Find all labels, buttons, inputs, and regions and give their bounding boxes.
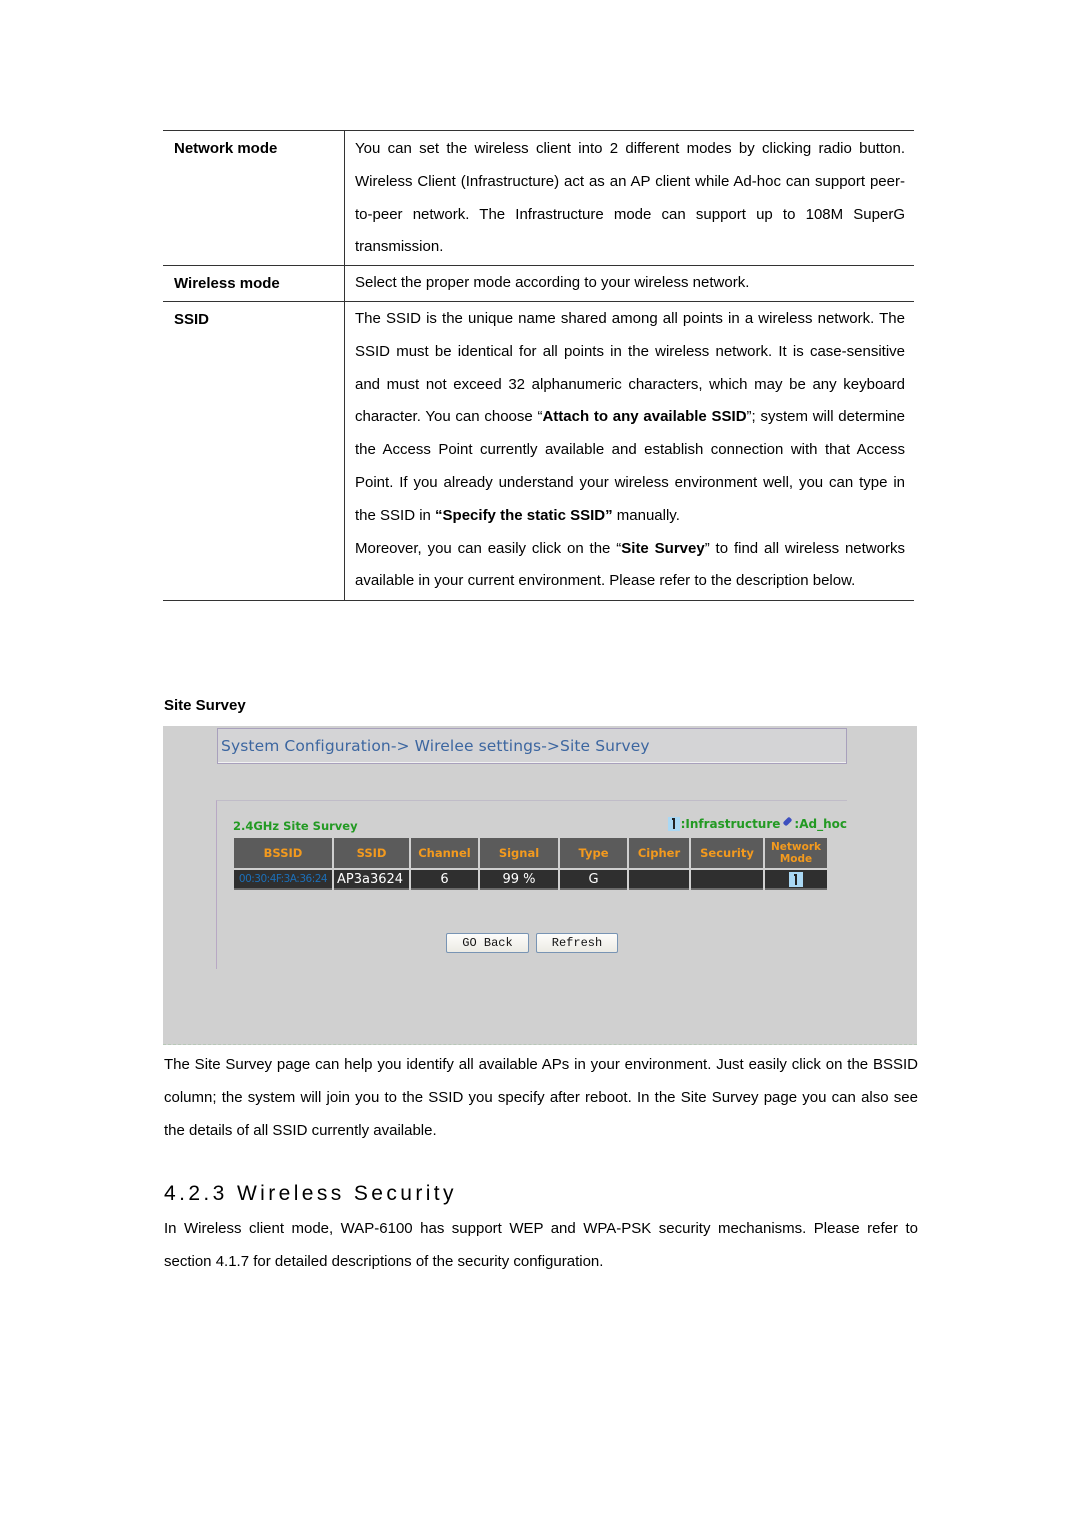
security-cell [691, 870, 763, 890]
adhoc-icon [781, 817, 793, 831]
definition-paragraph: The SSID is the unique name shared among… [355, 303, 905, 533]
column-header-cipher: Cipher [629, 838, 689, 870]
text-run: Moreover, you can easily click on the “ [355, 539, 622, 557]
column-header-signal: Signal [480, 838, 558, 870]
network-mode-cell [765, 870, 827, 890]
definition-paragraph: You can set the wireless client into 2 d… [355, 133, 905, 264]
definition-table: Network mode You can set the wireless cl… [163, 130, 914, 602]
security-paragraph: In Wireless client mode, WAP-6100 has su… [164, 1220, 918, 1270]
emphasized-text: “Specify the static SSID” [435, 506, 613, 524]
table-header-row: BSSID SSID Channel Signal Type Cipher Se… [234, 838, 827, 870]
infrastructure-icon [667, 817, 680, 831]
site-survey-screenshot: System Configuration-> Wirelee settings-… [163, 726, 917, 1045]
text-run: You can set the wireless client into 2 d… [355, 140, 905, 256]
table-row: 00:30:4F:3A:36:24 AP3a3624 6 99 % G [234, 870, 827, 890]
legend-adhoc-label: :Ad_hoc [794, 817, 847, 831]
definition-row-ssid: SSID The SSID is the unique name shared … [163, 300, 914, 602]
site-survey-paragraph: The Site Survey page can help you identi… [164, 1056, 918, 1139]
breadcrumb-text: System Configuration-> Wirelee settings-… [221, 737, 650, 755]
definition-row-wireless-mode: Wireless mode Select the proper mode acc… [163, 265, 914, 301]
type-cell: G [560, 870, 627, 890]
site-survey-table: BSSID SSID Channel Signal Type Cipher Se… [232, 838, 829, 890]
refresh-button[interactable]: Refresh [536, 933, 618, 953]
breadcrumb: System Configuration-> Wirelee settings-… [217, 728, 847, 764]
column-header-type: Type [560, 838, 627, 870]
definition-term: Wireless mode [163, 266, 345, 301]
definition-term: SSID [163, 301, 345, 601]
site-survey-subheading: Site Survey [164, 697, 246, 714]
definition-term: Network mode [163, 131, 345, 266]
definition-paragraph: Moreover, you can easily click on the “S… [355, 533, 905, 599]
section-heading: 4.2.3 Wireless Security [164, 1182, 457, 1205]
column-header-bssid: BSSID [234, 838, 332, 870]
survey-frame: 2.4GHz Site Survey :Infrastructure :Ad_h… [216, 800, 847, 969]
definition-description: The SSID is the unique name shared among… [345, 302, 914, 600]
network-mode-legend: :Infrastructure :Ad_hoc [667, 817, 847, 831]
ssid-cell: AP3a3624 [334, 870, 409, 890]
definition-description: You can set the wireless client into 2 d… [345, 131, 914, 265]
column-header-ssid: SSID [334, 838, 409, 870]
emphasized-text: Attach to any available SSID [542, 408, 747, 426]
text-run: Select the proper mode according to your… [355, 274, 750, 292]
definition-paragraph: Select the proper mode according to your… [355, 267, 905, 300]
emphasized-text: Site Survey [621, 539, 705, 557]
survey-title: 2.4GHz Site Survey [233, 819, 358, 833]
infrastructure-icon [789, 871, 803, 887]
signal-cell: 99 % [480, 870, 558, 890]
definition-description: Select the proper mode according to your… [345, 266, 914, 301]
definition-row-network-mode: Network mode You can set the wireless cl… [163, 130, 914, 266]
go-back-button[interactable]: GO Back [446, 933, 529, 953]
legend-infrastructure-label: :Infrastructure [680, 817, 781, 831]
bssid-link[interactable]: 00:30:4F:3A:36:24 [234, 870, 332, 890]
column-header-network-mode: Network Mode [765, 838, 827, 870]
column-header-channel: Channel [411, 838, 478, 870]
cipher-cell [629, 870, 689, 890]
text-run: manually. [612, 506, 680, 524]
column-header-security: Security [691, 838, 763, 870]
channel-cell: 6 [411, 870, 478, 890]
